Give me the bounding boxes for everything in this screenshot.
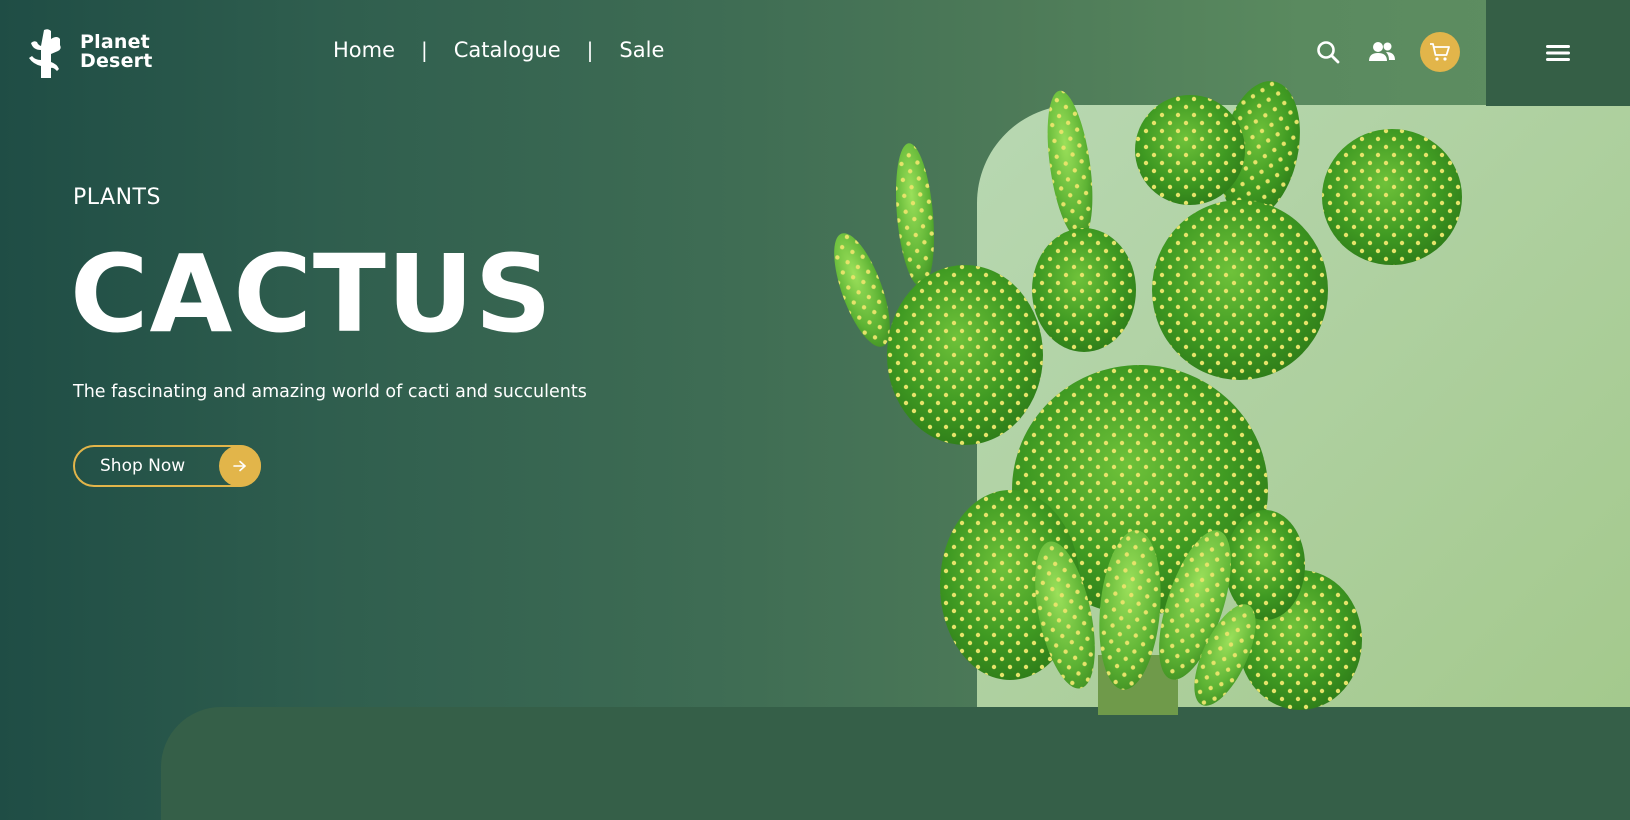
hero-subtitle: The fascinating and amazing world of cac… bbox=[73, 382, 587, 402]
nav-separator: | bbox=[586, 38, 594, 62]
brand-name: Planet Desert bbox=[80, 33, 153, 71]
arrow-right-icon bbox=[233, 460, 246, 472]
brand-logo[interactable]: Planet Desert bbox=[22, 26, 153, 78]
main-nav: Home | Catalogue | Sale bbox=[333, 38, 664, 62]
bottom-content-band bbox=[161, 707, 1630, 820]
cart-icon bbox=[1430, 43, 1450, 61]
nav-link-sale[interactable]: Sale bbox=[619, 38, 664, 62]
users-icon bbox=[1369, 42, 1395, 61]
header-actions bbox=[1314, 32, 1460, 72]
nav-link-home[interactable]: Home bbox=[333, 38, 395, 62]
nav-separator: | bbox=[421, 38, 428, 62]
hamburger-menu-icon bbox=[1546, 45, 1570, 61]
hero-title: CACTUS bbox=[70, 233, 553, 357]
account-button[interactable] bbox=[1368, 38, 1396, 66]
shop-now-button[interactable]: Shop Now bbox=[73, 445, 261, 487]
cart-button[interactable] bbox=[1420, 32, 1460, 72]
shop-now-label: Shop Now bbox=[100, 456, 186, 476]
search-button[interactable] bbox=[1314, 38, 1342, 66]
cactus-icon bbox=[29, 29, 61, 78]
shop-now-arrow bbox=[219, 445, 261, 487]
search-icon bbox=[1317, 41, 1340, 64]
nav-link-catalogue[interactable]: Catalogue bbox=[454, 38, 561, 62]
prickly-pear-cactus-image bbox=[834, 81, 1462, 715]
menu-toggle-button[interactable] bbox=[1486, 0, 1630, 106]
brand-name-line2: Desert bbox=[80, 50, 153, 72]
hero-section: Planet Desert Home | Catalogue | Sale PL… bbox=[0, 0, 1630, 820]
hero-eyebrow: PLANTS bbox=[73, 185, 161, 210]
